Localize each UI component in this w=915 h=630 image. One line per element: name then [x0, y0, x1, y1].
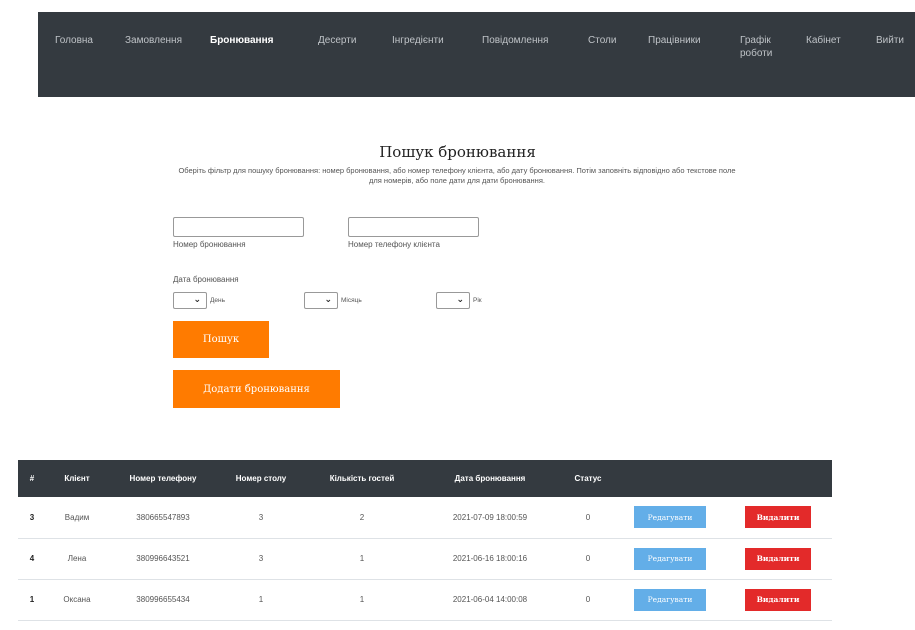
row-date: 2021-06-04 14:00:08 [420, 579, 560, 621]
nav-item-bookings[interactable]: Бронювання [210, 34, 273, 47]
row-delete-cell: Видалити [724, 497, 832, 539]
nav-item-tables[interactable]: Столи [588, 34, 616, 47]
row-table: 3 [218, 497, 304, 539]
chevron-down-icon: ⌄ [324, 294, 332, 304]
chevron-down-icon: ⌄ [193, 294, 201, 304]
delete-button[interactable]: Видалити [745, 506, 811, 529]
row-status: 0 [560, 497, 616, 539]
day-label: День [210, 297, 225, 304]
add-booking-button[interactable]: Додати бронювання [173, 370, 340, 408]
bookings-table: # Клієнт Номер телефону Номер столу Кіль… [18, 460, 832, 621]
row-client: Оксана [46, 579, 108, 621]
header-delete [724, 460, 832, 497]
header-edit [616, 460, 724, 497]
delete-button[interactable]: Видалити [745, 588, 811, 611]
row-table: 1 [218, 579, 304, 621]
row-client: Лена [46, 538, 108, 580]
year-select[interactable]: ⌄ [436, 292, 470, 309]
table-row: 1 Оксана 380996655434 1 1 2021-06-04 14:… [18, 579, 832, 621]
day-select[interactable]: ⌄ [173, 292, 207, 309]
nav-item-logout[interactable]: Вийти [876, 34, 904, 47]
edit-button[interactable]: Редагувати [634, 588, 706, 611]
month-select[interactable]: ⌄ [304, 292, 338, 309]
row-status: 0 [560, 538, 616, 580]
header-guests: Кількість гостей [304, 460, 420, 497]
table-header-row: # Клієнт Номер телефону Номер столу Кіль… [18, 460, 832, 497]
search-button[interactable]: Пошук [173, 321, 269, 358]
row-edit-cell: Редагувати [616, 497, 724, 539]
header-table: Номер столу [218, 460, 304, 497]
table-row: 3 Вадим 380665547893 3 2 2021-07-09 18:0… [18, 497, 832, 539]
row-phone: 380665547893 [108, 497, 218, 539]
chevron-down-icon: ⌄ [456, 294, 464, 304]
row-number: 4 [18, 538, 46, 580]
row-guests: 1 [304, 538, 420, 580]
row-phone: 380996643521 [108, 538, 218, 580]
delete-button[interactable]: Видалити [745, 547, 811, 570]
table-row: 4 Лена 380996643521 3 1 2021-06-16 18:00… [18, 538, 832, 580]
year-label: Рік [473, 297, 482, 304]
date-label: Дата бронювання [173, 275, 239, 284]
row-date: 2021-06-16 18:00:16 [420, 538, 560, 580]
phone-input[interactable] [348, 217, 479, 237]
edit-button[interactable]: Редагувати [634, 547, 706, 570]
row-status: 0 [560, 579, 616, 621]
nav-item-home[interactable]: Головна [55, 34, 93, 47]
nav-item-employees[interactable]: Працівники [648, 34, 701, 47]
header-date: Дата бронювання [420, 460, 560, 497]
header-number: # [18, 460, 46, 497]
edit-button[interactable]: Редагувати [634, 506, 706, 529]
nav-item-orders[interactable]: Замовлення [125, 34, 182, 47]
row-client: Вадим [46, 497, 108, 539]
phone-label: Номер телефону клієнта [348, 240, 440, 249]
navbar: Головна Замовлення Бронювання Десерти Ін… [38, 12, 915, 97]
month-label: Місяць [341, 297, 362, 304]
row-table: 3 [218, 538, 304, 580]
nav-item-cabinet[interactable]: Кабінет [806, 34, 841, 47]
nav-item-ingredients[interactable]: Інгредієнти [392, 34, 444, 47]
row-number: 3 [18, 497, 46, 539]
nav-item-schedule[interactable]: Графік роботи [740, 34, 786, 60]
row-number: 1 [18, 579, 46, 621]
search-description: Оберіть фільтр для пошуку бронювання: но… [178, 166, 736, 185]
row-date: 2021-07-09 18:00:59 [420, 497, 560, 539]
header-phone: Номер телефону [108, 460, 218, 497]
booking-number-label: Номер бронювання [173, 240, 246, 249]
row-phone: 380996655434 [108, 579, 218, 621]
row-delete-cell: Видалити [724, 579, 832, 621]
row-edit-cell: Редагувати [616, 579, 724, 621]
row-delete-cell: Видалити [724, 538, 832, 580]
row-edit-cell: Редагувати [616, 538, 724, 580]
row-guests: 2 [304, 497, 420, 539]
header-client: Клієнт [46, 460, 108, 497]
header-status: Статус [560, 460, 616, 497]
booking-number-input[interactable] [173, 217, 304, 237]
nav-item-messages[interactable]: Повідомлення [482, 34, 548, 47]
row-guests: 1 [304, 579, 420, 621]
nav-item-desserts[interactable]: Десерти [318, 34, 356, 47]
search-title: Пошук бронювання [379, 143, 536, 161]
